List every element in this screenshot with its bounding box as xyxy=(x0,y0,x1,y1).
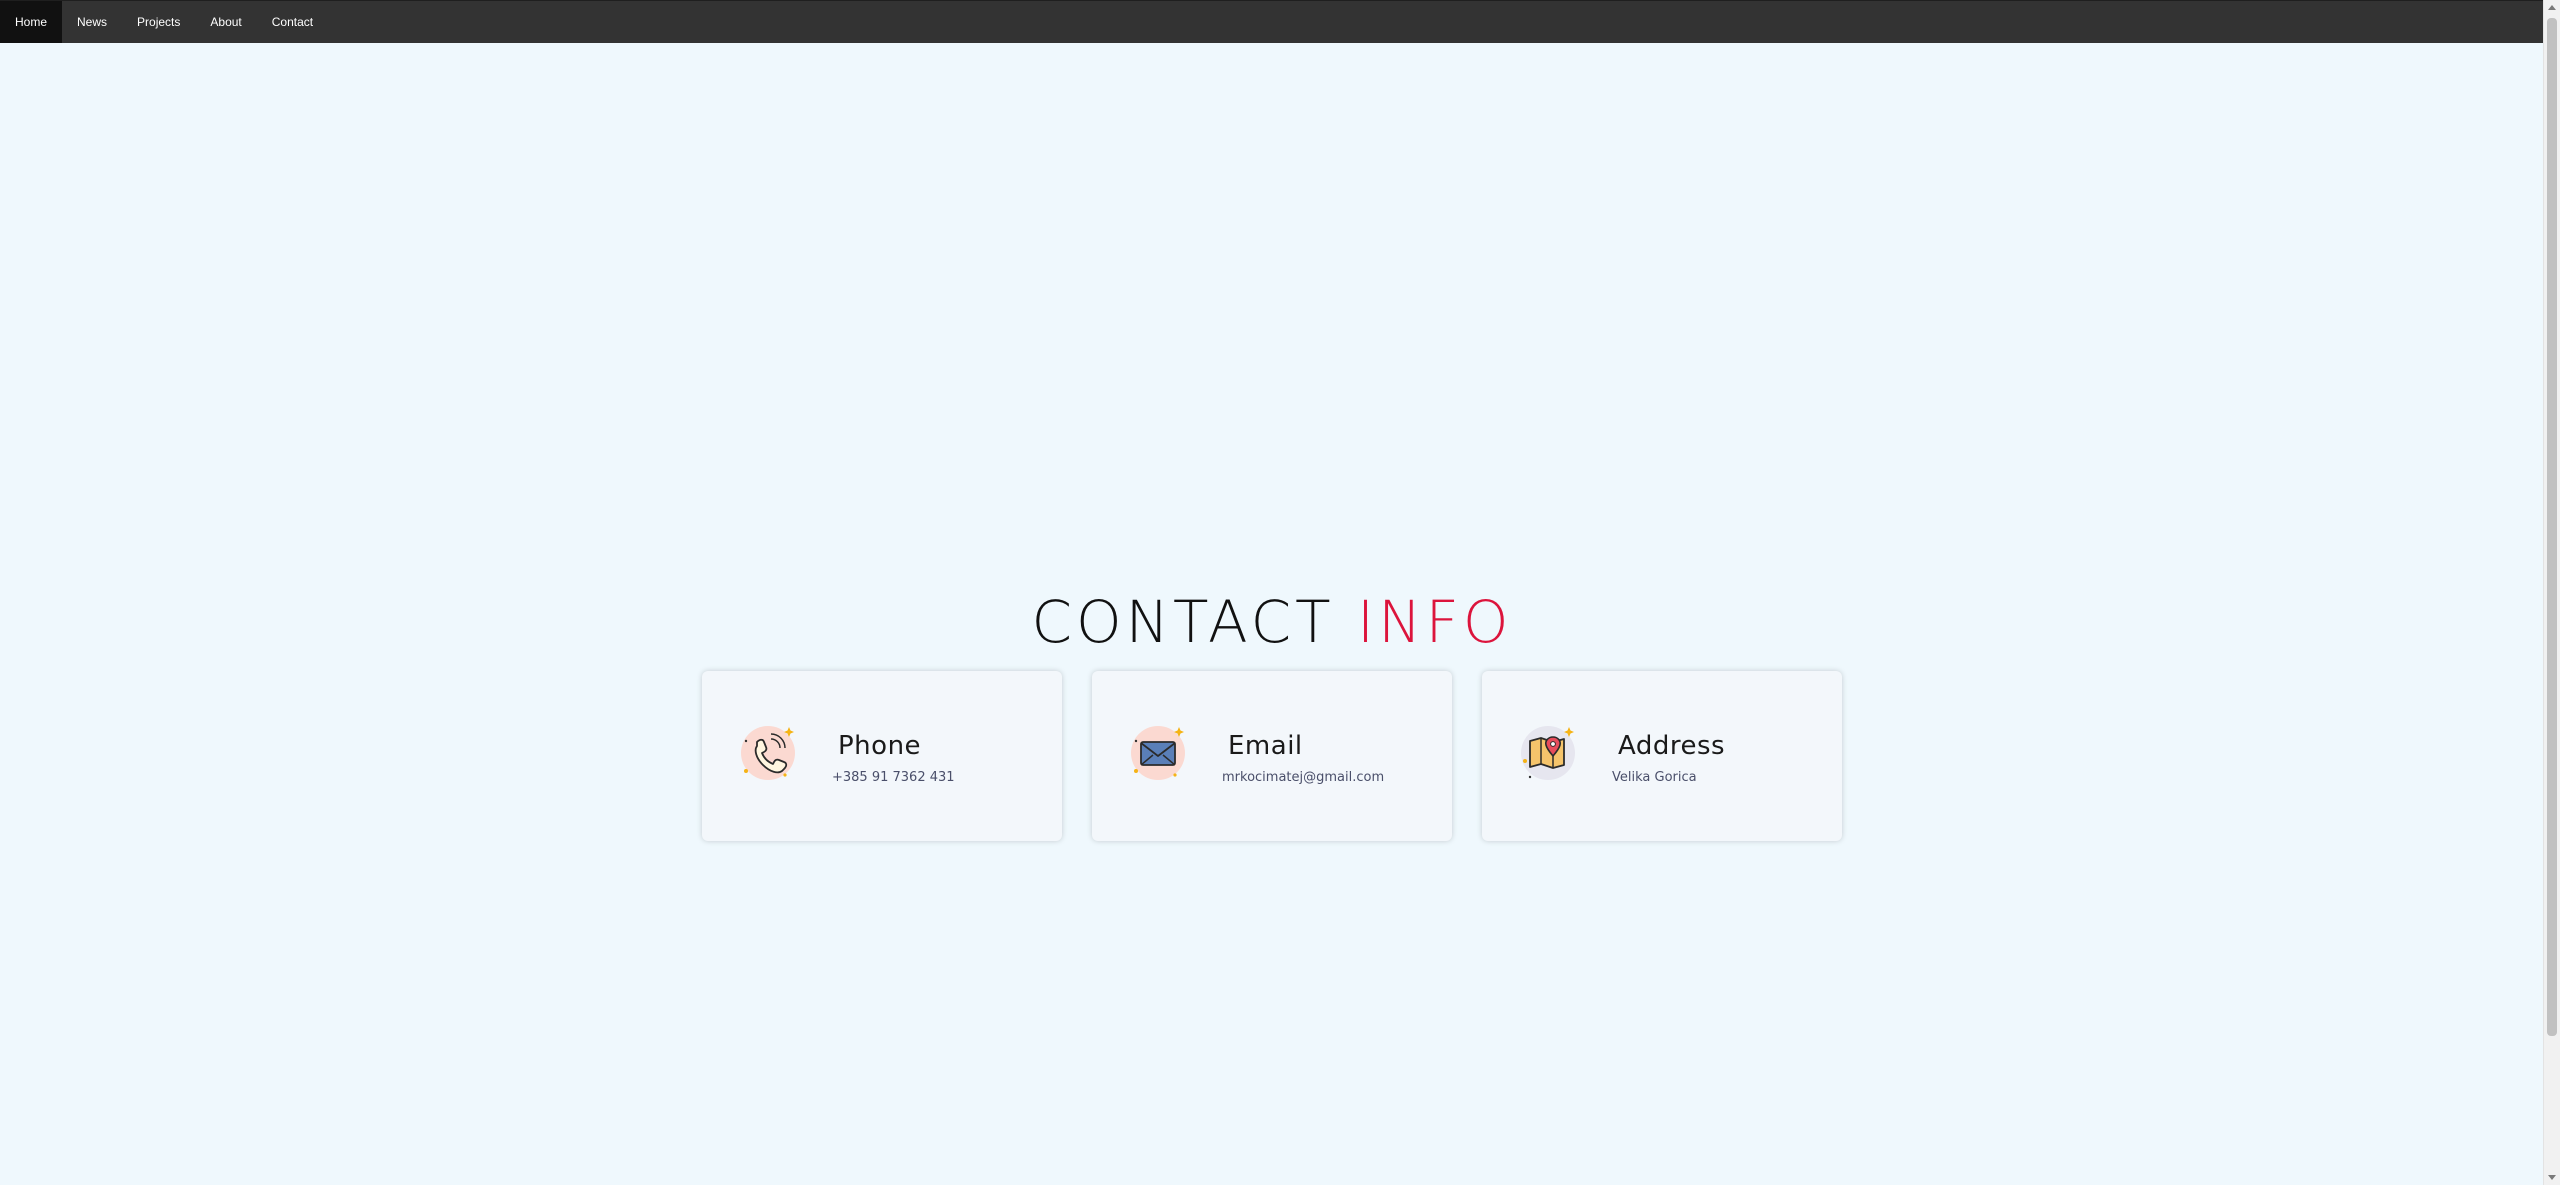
top-navigation-bar: Home News Projects About Contact xyxy=(0,0,2544,43)
contact-cards: Phone +385 91 7362 431 Email mrkocimatej… xyxy=(702,671,1842,841)
nav-item-home[interactable]: Home xyxy=(0,1,63,43)
nav-item-about[interactable]: About xyxy=(195,1,256,43)
address-text: Velika Gorica xyxy=(1612,770,1697,785)
phone-number[interactable]: +385 91 7362 431 xyxy=(832,770,955,785)
email-address[interactable]: mrkocimatej@gmail.com xyxy=(1222,770,1384,785)
scrollbar-thumb[interactable] xyxy=(2547,18,2557,1036)
page-scrollbar[interactable] xyxy=(2543,0,2560,1185)
phone-icon xyxy=(738,721,802,785)
nav-item-label: Projects xyxy=(137,15,181,29)
card-title: Phone xyxy=(838,731,922,761)
phone-card: Phone +385 91 7362 431 xyxy=(702,671,1062,841)
nav-item-label: About xyxy=(210,15,242,29)
section-heading: CONTACT INFO xyxy=(0,588,2544,656)
map-pin-icon xyxy=(1518,721,1582,785)
nav-item-label: News xyxy=(77,15,108,29)
nav-item-news[interactable]: News xyxy=(62,1,122,43)
scroll-down-arrow-icon[interactable] xyxy=(2548,1175,2556,1180)
nav-item-label: Home xyxy=(15,15,48,29)
heading-accent-text: INFO xyxy=(1356,588,1513,656)
card-title: Address xyxy=(1618,731,1726,761)
email-card: Email mrkocimatej@gmail.com xyxy=(1092,671,1452,841)
address-card: Address Velika Gorica xyxy=(1482,671,1842,841)
nav-item-label: Contact xyxy=(271,15,314,29)
envelope-icon xyxy=(1128,721,1192,785)
nav-item-contact[interactable]: Contact xyxy=(257,1,328,43)
scroll-up-arrow-icon[interactable] xyxy=(2548,5,2556,10)
nav-item-projects[interactable]: Projects xyxy=(122,1,195,43)
card-title: Email xyxy=(1228,731,1303,761)
heading-main-text: CONTACT xyxy=(1031,588,1357,656)
